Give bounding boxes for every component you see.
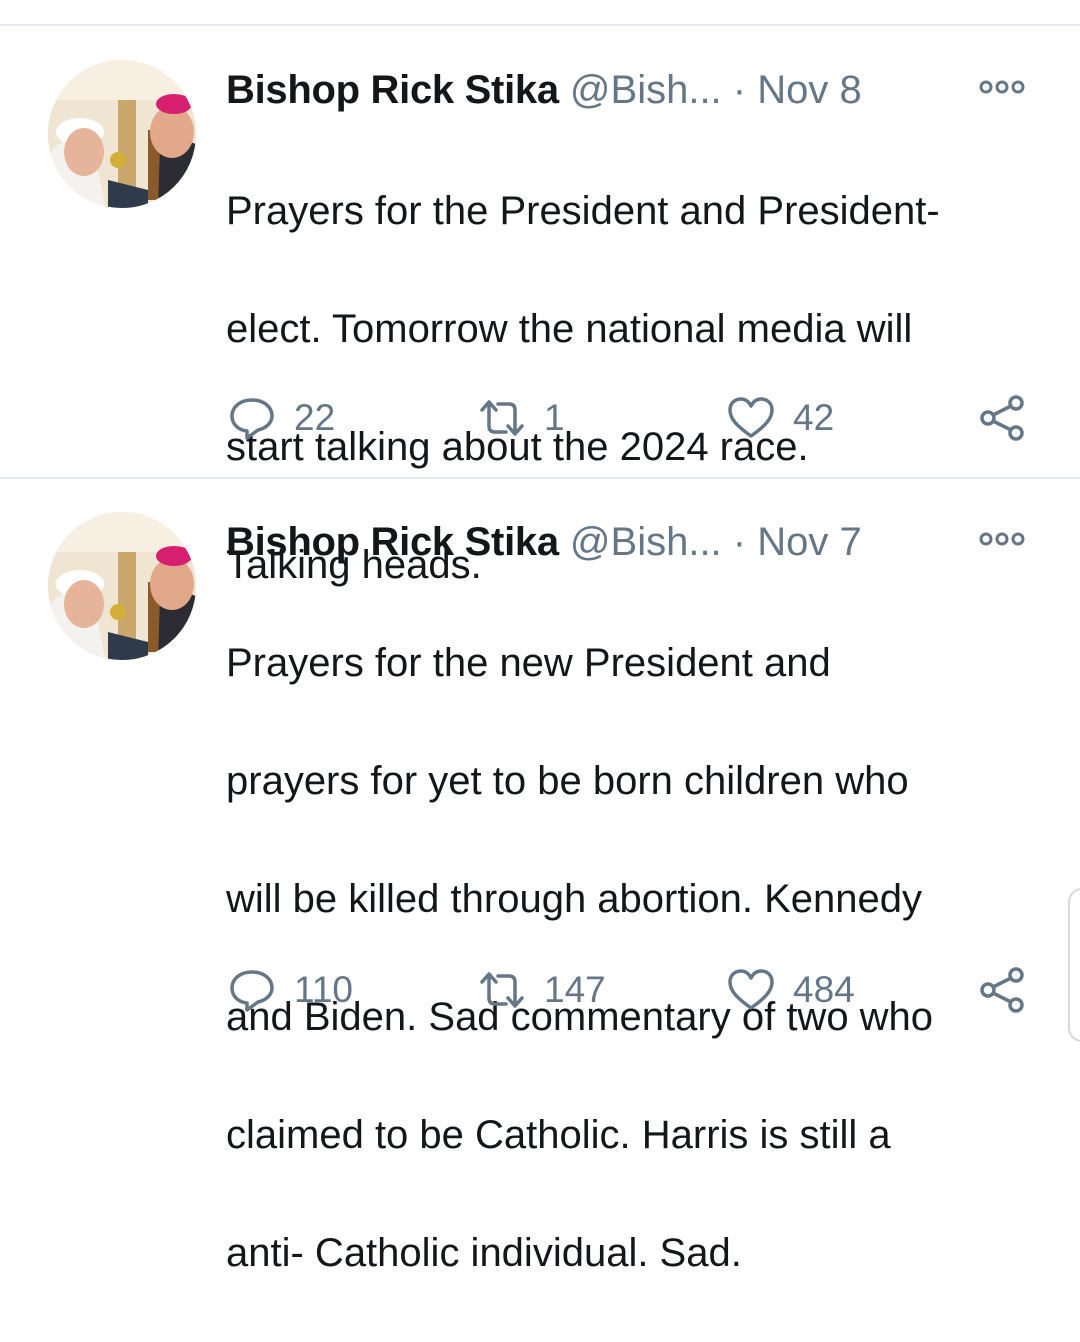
separator-dot: · xyxy=(732,520,747,564)
separator-dot: · xyxy=(732,68,747,112)
retweet-count: 1 xyxy=(544,397,565,438)
tweet-header: Bishop Rick Stika @Bish... · Nov 7 xyxy=(226,512,1046,572)
retweet-button[interactable]: 147 xyxy=(478,960,606,1020)
like-button[interactable]: 484 xyxy=(727,960,855,1020)
tweet-divider xyxy=(0,477,1080,479)
tweet-actions: 22 1 42 xyxy=(0,388,1080,448)
top-divider xyxy=(0,24,1080,26)
display-name[interactable]: Bishop Rick Stika xyxy=(226,68,559,112)
tweet-actions: 110 147 484 xyxy=(0,960,1080,1020)
username-handle[interactable]: @Bish... xyxy=(570,520,722,564)
tweet-text: Prayers for the new President and prayer… xyxy=(226,575,1046,1342)
tweet-text-line: Prayers for the President and President- xyxy=(226,189,940,233)
more-options-icon[interactable] xyxy=(976,512,1028,572)
scroll-handle[interactable] xyxy=(1068,888,1080,1042)
like-button[interactable]: 42 xyxy=(727,388,834,448)
retweet-button[interactable]: 1 xyxy=(478,388,565,448)
display-name[interactable]: Bishop Rick Stika xyxy=(226,520,559,564)
retweet-icon xyxy=(478,394,526,442)
more-options-icon[interactable] xyxy=(976,60,1028,120)
tweet-text-line: will be killed through abortion. Kennedy xyxy=(226,877,922,921)
share-button[interactable] xyxy=(978,960,1026,1020)
like-count: 484 xyxy=(793,969,855,1010)
heart-icon xyxy=(727,966,775,1014)
reply-button[interactable]: 22 xyxy=(228,388,335,448)
tweet-date[interactable]: Nov 7 xyxy=(757,520,862,564)
username-handle[interactable]: @Bish... xyxy=(570,68,722,112)
tweet-text-line: Prayers for the new President and xyxy=(226,641,831,685)
reply-count: 22 xyxy=(294,397,336,438)
tweet-text-line: elect. Tomorrow the national media will xyxy=(226,307,913,351)
reply-icon xyxy=(228,394,276,442)
avatar[interactable] xyxy=(48,512,196,660)
like-count: 42 xyxy=(793,397,835,438)
tweet-date[interactable]: Nov 8 xyxy=(757,68,862,112)
avatar[interactable] xyxy=(48,60,196,208)
share-button[interactable] xyxy=(978,388,1026,448)
reply-icon xyxy=(228,966,276,1014)
tweet-text-line: claimed to be Catholic. Harris is still … xyxy=(226,1113,891,1157)
share-icon xyxy=(978,966,1026,1014)
tweet-text-line: prayers for yet to be born children who xyxy=(226,759,909,803)
reply-count: 110 xyxy=(294,969,353,1010)
tweet-header: Bishop Rick Stika @Bish... · Nov 8 xyxy=(226,60,1046,120)
retweet-icon xyxy=(478,966,526,1014)
reply-button[interactable]: 110 xyxy=(228,960,353,1020)
share-icon xyxy=(978,394,1026,442)
heart-icon xyxy=(727,394,775,442)
retweet-count: 147 xyxy=(544,969,606,1010)
tweet-text-line: anti- Catholic individual. Sad. xyxy=(226,1231,742,1275)
